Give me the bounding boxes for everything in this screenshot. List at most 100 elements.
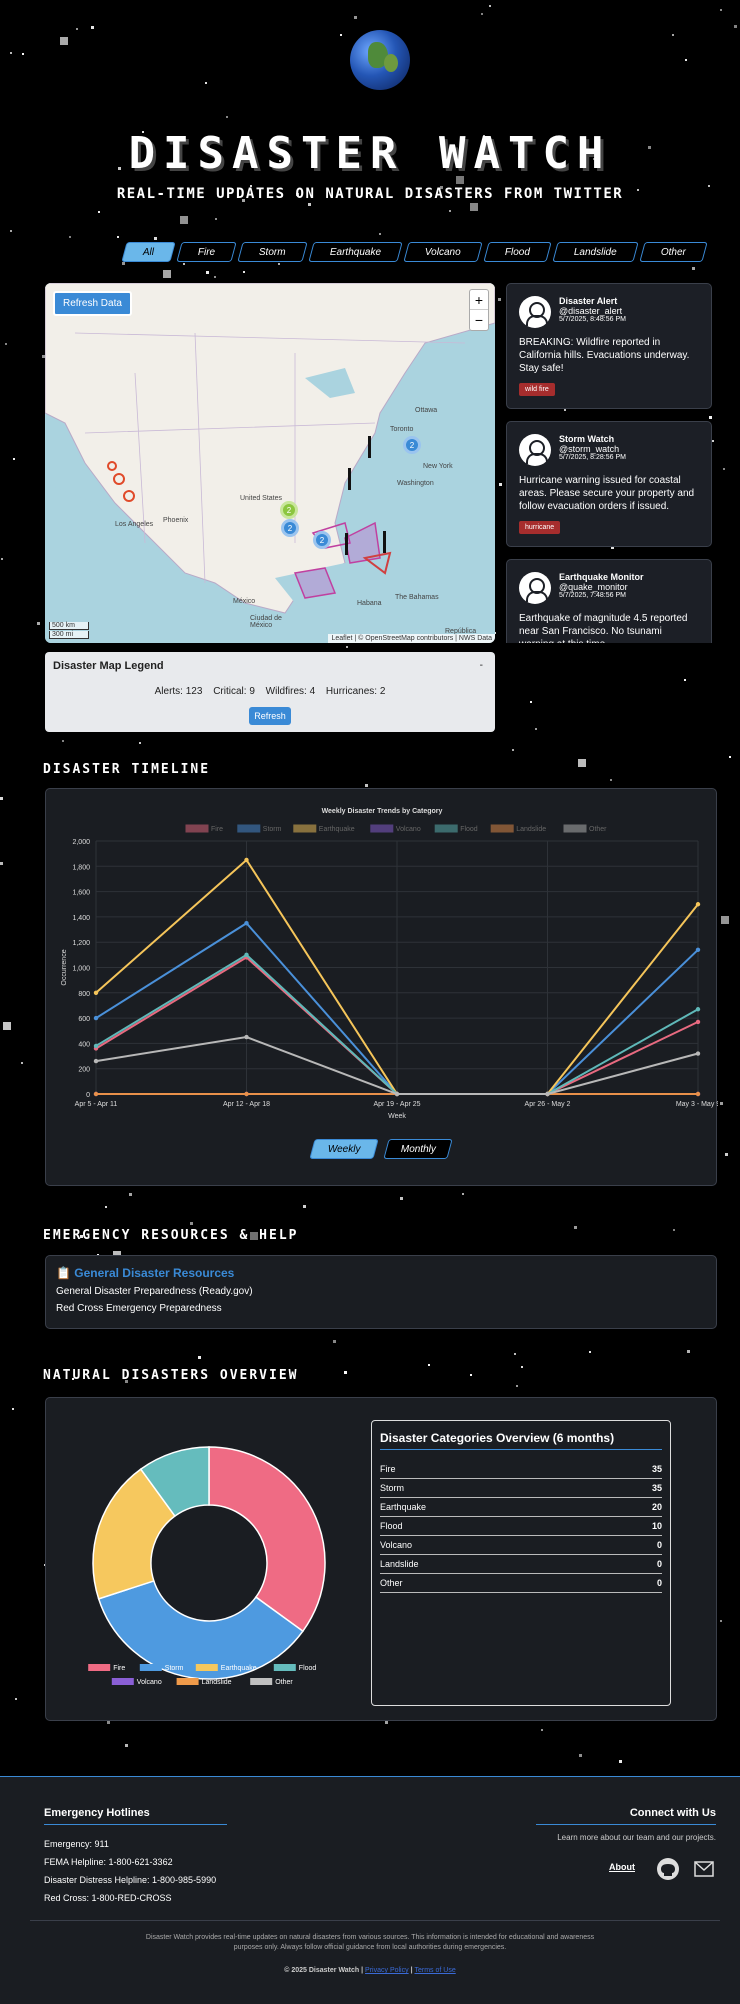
filter-fire[interactable]: Fire bbox=[176, 242, 238, 262]
filter-all[interactable]: All bbox=[121, 242, 176, 262]
filter-other[interactable]: Other bbox=[639, 242, 708, 262]
data-point bbox=[695, 1091, 701, 1097]
x-axis-label: Week bbox=[388, 1113, 406, 1119]
cluster-marker[interactable]: 2 bbox=[403, 436, 421, 454]
star bbox=[516, 1385, 518, 1387]
star bbox=[514, 1353, 516, 1355]
filter-volcano[interactable]: Volcano bbox=[403, 242, 483, 262]
data-point bbox=[695, 1007, 701, 1012]
fire-marker[interactable] bbox=[123, 490, 135, 502]
map-scale: 500 km 300 mi bbox=[49, 621, 89, 639]
resource-link[interactable]: General Disaster Preparedness (Ready.gov… bbox=[56, 1286, 716, 1297]
x-tick-label: Apr 26 - May 2 bbox=[525, 1101, 571, 1108]
y-tick-label: 800 bbox=[78, 991, 90, 998]
filter-landslide[interactable]: Landslide bbox=[552, 242, 639, 262]
star bbox=[154, 237, 157, 240]
legend-label: Other bbox=[275, 1679, 293, 1686]
fire-marker[interactable] bbox=[107, 461, 117, 471]
privacy-policy-link[interactable]: Privacy Policy bbox=[365, 1967, 409, 1974]
flag-marker[interactable] bbox=[348, 468, 351, 490]
label-washington: Washington bbox=[397, 480, 434, 487]
star bbox=[333, 1340, 336, 1343]
legend-label: Flood bbox=[460, 826, 478, 833]
label-phoenix: Phoenix bbox=[163, 517, 189, 524]
flag-marker[interactable] bbox=[345, 533, 348, 555]
about-link[interactable]: About bbox=[609, 1862, 635, 1872]
terms-of-use-link[interactable]: Terms of Use bbox=[415, 1967, 456, 1974]
star bbox=[22, 53, 24, 55]
flag-marker[interactable] bbox=[383, 531, 386, 553]
map-attribution[interactable]: Leaflet | © OpenStreetMap contributors |… bbox=[328, 634, 495, 643]
zoom-in-button[interactable]: + bbox=[470, 290, 488, 310]
star bbox=[10, 52, 12, 54]
globe-logo bbox=[350, 30, 410, 90]
legend-title: Disaster Map Legend bbox=[53, 660, 164, 672]
legend-swatch bbox=[237, 824, 261, 833]
weekly-toggle-button[interactable]: Weekly bbox=[309, 1139, 379, 1159]
legend-swatch bbox=[185, 824, 209, 833]
disaster-map[interactable]: Ottawa Toronto New York Washington Unite… bbox=[45, 283, 495, 643]
tweet-handle: @quake_monitor bbox=[559, 582, 628, 592]
star bbox=[303, 1205, 306, 1208]
legend-swatch bbox=[273, 1664, 296, 1671]
filter-flood[interactable]: Flood bbox=[483, 242, 552, 262]
star bbox=[206, 271, 209, 274]
filter-label: Fire bbox=[198, 246, 216, 258]
x-tick-label: Apr 5 - Apr 11 bbox=[75, 1101, 118, 1108]
overview-panel: Fire Storm Earthquake Flood Volcano Landslide… bbox=[45, 1397, 717, 1721]
mail-icon[interactable] bbox=[694, 1860, 714, 1878]
tweet-feed[interactable]: Disaster Alert @disaster_alert 5/7/2025,… bbox=[506, 283, 712, 643]
cluster-marker[interactable]: 2 bbox=[280, 501, 298, 519]
star bbox=[589, 1351, 591, 1353]
row-label: Earthquake bbox=[380, 1502, 427, 1512]
filter-earthquake[interactable]: Earthquake bbox=[308, 242, 403, 262]
github-icon[interactable] bbox=[656, 1857, 680, 1881]
filter-storm[interactable]: Storm bbox=[237, 242, 308, 262]
monthly-toggle-button[interactable]: Monthly bbox=[383, 1139, 453, 1159]
tweet-author: Disaster Alert bbox=[559, 296, 618, 306]
cluster-marker[interactable]: 2 bbox=[281, 519, 299, 537]
cluster-marker[interactable]: 2 bbox=[313, 531, 331, 549]
star bbox=[12, 1408, 14, 1410]
alerts-count: Alerts: 123 bbox=[154, 686, 203, 697]
data-point bbox=[695, 1051, 701, 1056]
star bbox=[198, 1356, 201, 1359]
category-donut-chart: Fire Storm Earthquake Flood Volcano Landslide… bbox=[88, 1446, 326, 1686]
row-value: 10 bbox=[651, 1521, 662, 1531]
label-habana: Habana bbox=[357, 600, 382, 607]
legend-label: Other bbox=[589, 826, 607, 833]
legend-collapse-button[interactable]: - bbox=[480, 660, 483, 671]
legend-swatch bbox=[195, 1664, 218, 1671]
zoom-out-button[interactable]: − bbox=[470, 310, 488, 330]
legend-label: Volcano bbox=[137, 1679, 162, 1686]
data-point bbox=[244, 921, 249, 926]
star bbox=[69, 236, 71, 238]
star bbox=[673, 1229, 675, 1231]
zoom-control: + − bbox=[469, 289, 489, 331]
resources-heading: EMERGENCY RESOURCES & HELP bbox=[43, 1228, 299, 1243]
data-point bbox=[394, 1091, 400, 1097]
star bbox=[512, 749, 514, 751]
row-label: Volcano bbox=[380, 1540, 413, 1550]
star bbox=[721, 916, 729, 924]
star bbox=[214, 276, 216, 278]
legend-refresh-button[interactable]: Refresh bbox=[249, 707, 291, 725]
star bbox=[76, 28, 78, 30]
star bbox=[579, 1754, 582, 1757]
star bbox=[521, 1366, 523, 1368]
resource-link[interactable]: Red Cross Emergency Preparedness bbox=[56, 1303, 716, 1314]
star bbox=[385, 1721, 388, 1724]
star bbox=[692, 267, 695, 270]
x-tick-label: Apr 12 - Apr 18 bbox=[223, 1101, 270, 1108]
row-value: 35 bbox=[651, 1464, 662, 1474]
star bbox=[5, 343, 7, 345]
user-avatar-icon bbox=[519, 296, 551, 328]
refresh-data-button[interactable]: Refresh Data bbox=[53, 291, 132, 316]
flag-marker[interactable] bbox=[368, 436, 371, 458]
fire-marker[interactable] bbox=[113, 473, 125, 485]
y-tick-label: 2,000 bbox=[72, 839, 90, 846]
star bbox=[183, 263, 185, 265]
star bbox=[619, 1760, 622, 1763]
star bbox=[98, 211, 100, 213]
tweet-tag: hurricane bbox=[519, 521, 561, 534]
